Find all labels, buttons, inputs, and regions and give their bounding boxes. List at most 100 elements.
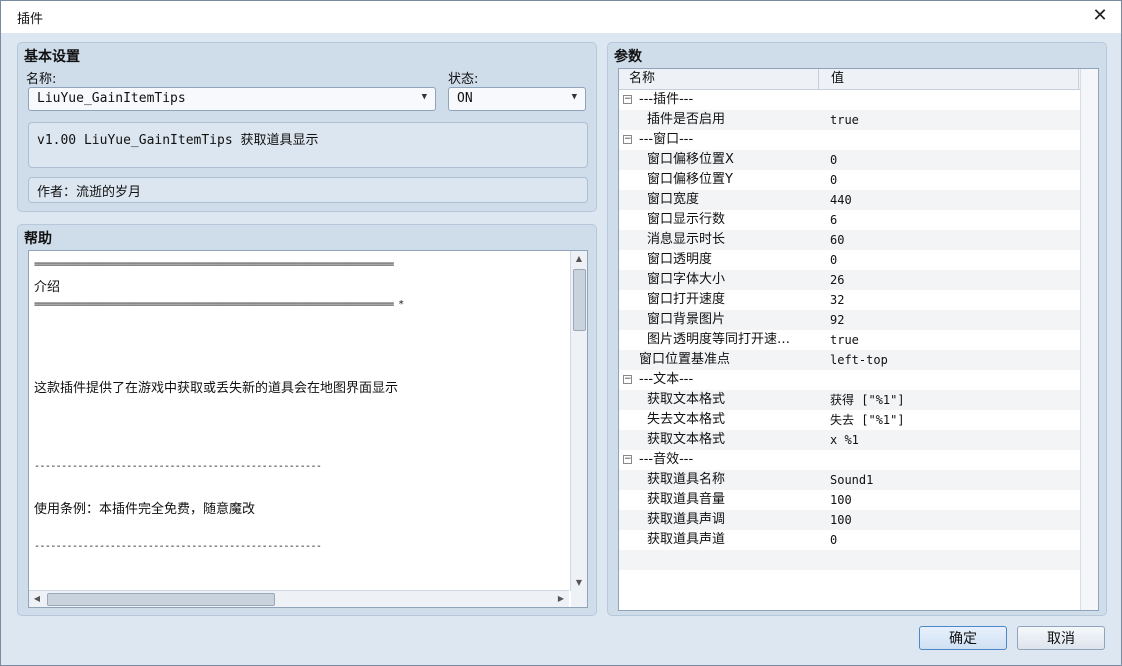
status-value: ON xyxy=(457,91,473,106)
param-row[interactable]: 窗口显示行数 6 xyxy=(619,210,1098,230)
help-vertical-scrollbar[interactable]: ▲ ▼ xyxy=(570,251,587,591)
param-name: ---音效--- xyxy=(639,452,694,467)
param-value: 0 xyxy=(830,253,838,267)
status-select[interactable]: ON ▼ xyxy=(448,87,586,111)
param-name: 窗口宽度 xyxy=(647,192,700,207)
param-name: 获取文本格式 xyxy=(647,432,726,447)
param-row[interactable]: 获取道具声道 0 xyxy=(619,530,1098,550)
collapse-icon[interactable]: − xyxy=(623,375,632,384)
param-name: 获取文本格式 xyxy=(647,392,726,407)
help-panel: 帮助 =====================================… xyxy=(17,224,597,616)
param-row[interactable]: 插件是否启用 true xyxy=(619,110,1098,130)
params-title: 参数 xyxy=(614,49,642,65)
param-row[interactable]: 窗口背景图片 92 xyxy=(619,310,1098,330)
param-group-row[interactable]: − ---音效--- xyxy=(619,450,1098,470)
scroll-thumb[interactable] xyxy=(573,269,586,331)
param-value: 100 xyxy=(830,493,852,507)
param-name: 获取道具名称 xyxy=(647,472,726,487)
help-text-area[interactable]: ========================================… xyxy=(28,250,588,608)
help-separator: ----------------------------------------… xyxy=(34,541,322,552)
param-name: 获取道具声调 xyxy=(647,512,726,527)
chevron-down-icon: ▼ xyxy=(571,92,577,102)
collapse-icon[interactable]: − xyxy=(623,95,632,104)
name-label: 名称: xyxy=(26,72,57,87)
help-title: 帮助 xyxy=(24,231,52,247)
close-icon[interactable]: ✕ xyxy=(1089,5,1111,27)
param-value: 0 xyxy=(830,173,838,187)
plugin-name-select[interactable]: LiuYue_GainItemTips ▼ xyxy=(28,87,436,111)
param-group-row[interactable]: − ---插件--- xyxy=(619,90,1098,110)
cancel-button[interactable]: 取消 xyxy=(1017,626,1105,650)
param-value: 失去 ["%1"] xyxy=(830,413,905,427)
param-value: 60 xyxy=(830,233,845,247)
param-name: ---文本--- xyxy=(639,372,694,387)
param-row[interactable]: 窗口透明度 0 xyxy=(619,250,1098,270)
param-name: 图片透明度等同打开速… xyxy=(647,332,791,347)
scroll-thumb[interactable] xyxy=(47,593,275,606)
param-row[interactable]: 失去文本格式 失去 ["%1"] xyxy=(619,410,1098,430)
param-value: true xyxy=(830,333,859,347)
param-row[interactable]: 窗口字体大小 26 xyxy=(619,270,1098,290)
params-panel: 参数 名称 值 − ---插件--- 插件是否启用 true − ---窗口--- 窗口偏移… xyxy=(607,42,1107,616)
param-row[interactable]: 获取道具名称 Sound1 xyxy=(619,470,1098,490)
param-row[interactable]: 获取道具声调 100 xyxy=(619,510,1098,530)
help-description: 这款插件提供了在游戏中获取或丢失新的道具会在地图界面显示 xyxy=(34,381,399,396)
help-separator: ========================================… xyxy=(34,299,404,310)
param-row[interactable]: 窗口偏移位置X 0 xyxy=(619,150,1098,170)
param-value: 100 xyxy=(830,513,852,527)
param-name: 获取道具音量 xyxy=(647,492,726,507)
param-value: true xyxy=(830,113,859,127)
param-value: 获得 ["%1"] xyxy=(830,393,905,407)
param-row[interactable]: 窗口位置基准点 left-top xyxy=(619,350,1098,370)
param-value: 32 xyxy=(830,293,845,307)
scroll-down-icon[interactable]: ▼ xyxy=(571,575,587,591)
param-name: 窗口透明度 xyxy=(647,252,713,267)
param-name: 消息显示时长 xyxy=(647,232,726,247)
param-group-row[interactable]: − ---窗口--- xyxy=(619,130,1098,150)
param-name: 失去文本格式 xyxy=(647,412,726,427)
description-field[interactable]: v1.00 LiuYue_GainItemTips 获取道具显示 xyxy=(28,122,588,168)
scroll-up-icon[interactable]: ▲ xyxy=(571,251,587,267)
plugin-dialog: 插件 ✕ 基本设置 名称: LiuYue_GainItemTips ▼ 状态: … xyxy=(0,0,1122,666)
params-vertical-scrollbar[interactable] xyxy=(1080,69,1098,610)
param-name: 窗口打开速度 xyxy=(647,292,726,307)
collapse-icon[interactable]: − xyxy=(623,455,632,464)
param-row[interactable]: 获取文本格式 获得 ["%1"] xyxy=(619,390,1098,410)
collapse-icon[interactable]: − xyxy=(623,135,632,144)
params-table-header: 名称 值 xyxy=(619,69,1098,90)
column-header-name[interactable]: 名称 xyxy=(619,69,819,89)
help-separator: ----------------------------------------… xyxy=(34,461,322,472)
param-row[interactable]: 图片透明度等同打开速… true xyxy=(619,330,1098,350)
empty-row xyxy=(619,550,1098,570)
param-name: 获取道具声道 xyxy=(647,532,726,547)
param-row[interactable]: 获取文本格式 x %1 xyxy=(619,430,1098,450)
window-title: 插件 xyxy=(17,12,44,27)
param-name: 插件是否启用 xyxy=(647,112,726,127)
scroll-corner xyxy=(571,591,587,607)
scroll-left-icon[interactable]: ◀ xyxy=(29,591,45,607)
param-row[interactable]: 消息显示时长 60 xyxy=(619,230,1098,250)
param-name: 窗口显示行数 xyxy=(647,212,726,227)
help-horizontal-scrollbar[interactable]: ◀ ▶ xyxy=(29,590,569,607)
help-separator: ========================================… xyxy=(34,259,394,270)
ok-button[interactable]: 确定 xyxy=(919,626,1007,650)
scroll-right-icon[interactable]: ▶ xyxy=(553,591,569,607)
param-value: 0 xyxy=(830,533,838,547)
param-value: 92 xyxy=(830,313,845,327)
param-row[interactable]: 窗口打开速度 32 xyxy=(619,290,1098,310)
help-terms: 使用条例：本插件完全免费，随意魔改 xyxy=(34,502,256,517)
param-name: ---窗口--- xyxy=(639,132,694,147)
param-name: 窗口偏移位置X xyxy=(647,152,734,167)
param-group-row[interactable]: − ---文本--- xyxy=(619,370,1098,390)
title-bar: 插件 ✕ xyxy=(1,1,1121,33)
author-field[interactable]: 作者：流逝的岁月 xyxy=(28,177,588,203)
param-row[interactable]: 窗口宽度 440 xyxy=(619,190,1098,210)
param-name: ---插件--- xyxy=(639,92,694,107)
param-value: left-top xyxy=(830,353,888,367)
params-table: 名称 值 − ---插件--- 插件是否启用 true − ---窗口--- 窗口偏移位置X… xyxy=(618,68,1099,611)
column-header-value[interactable]: 值 xyxy=(819,69,1079,89)
param-row[interactable]: 获取道具音量 100 xyxy=(619,490,1098,510)
param-name: 窗口位置基准点 xyxy=(639,352,731,367)
param-value: 6 xyxy=(830,213,838,227)
param-row[interactable]: 窗口偏移位置Y 0 xyxy=(619,170,1098,190)
